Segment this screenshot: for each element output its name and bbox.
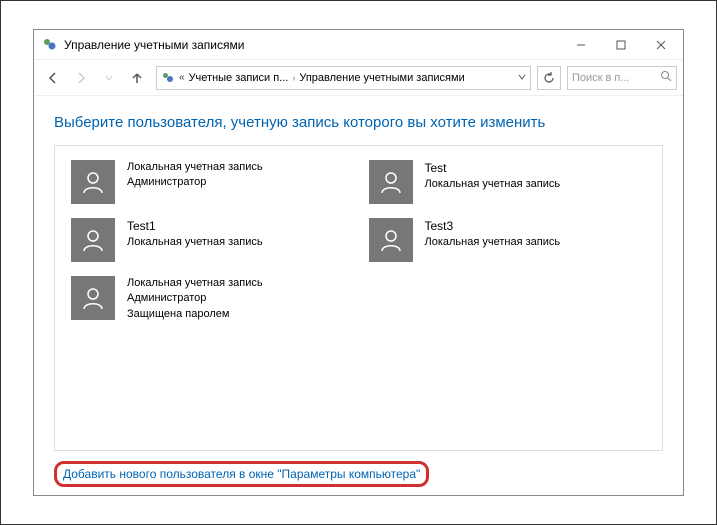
user-name: Test3: [425, 218, 561, 235]
user-info: Test3Локальная учетная запись: [425, 218, 561, 250]
up-button[interactable]: [124, 65, 150, 91]
user-item[interactable]: Test1Локальная учетная запись: [71, 218, 349, 262]
user-detail: Локальная учетная запись: [127, 235, 263, 250]
user-avatar-icon: [71, 218, 115, 262]
user-name: Test1: [127, 218, 263, 235]
forward-button[interactable]: [68, 65, 94, 91]
titlebar: Управление учетными записями: [34, 30, 683, 60]
user-detail: Администратор: [127, 291, 263, 306]
user-detail: Администратор: [127, 175, 263, 190]
recent-dropdown[interactable]: [96, 65, 122, 91]
maximize-button[interactable]: [601, 31, 641, 59]
user-info: TestЛокальная учетная запись: [425, 160, 561, 192]
user-name: Test: [425, 160, 561, 177]
user-item[interactable]: Локальная учетная записьАдминистраторЗащ…: [71, 276, 349, 322]
close-button[interactable]: [641, 31, 681, 59]
address-bar[interactable]: « Учетные записи п... › Управление учетн…: [156, 66, 531, 90]
user-detail: Защищена паролем: [127, 307, 263, 322]
user-info: Test1Локальная учетная запись: [127, 218, 263, 250]
breadcrumb-item[interactable]: Учетные записи п...: [189, 72, 289, 84]
user-info: Локальная учетная записьАдминистраторЗащ…: [127, 276, 263, 322]
user-item[interactable]: TestЛокальная учетная запись: [369, 160, 647, 204]
navbar: « Учетные записи п... › Управление учетн…: [34, 60, 683, 96]
page-heading: Выберите пользователя, учетную запись ко…: [54, 114, 663, 131]
add-user-link[interactable]: Добавить нового пользователя в окне "Пар…: [54, 461, 429, 487]
chevron-right-icon: ›: [292, 73, 295, 83]
refresh-button[interactable]: [537, 66, 561, 90]
search-placeholder: Поиск в п...: [572, 72, 656, 84]
user-info: Локальная учетная записьАдминистратор: [127, 160, 263, 191]
window-title: Управление учетными записями: [64, 38, 561, 52]
users-panel: Локальная учетная записьАдминистраторTes…: [54, 145, 663, 451]
user-detail: Локальная учетная запись: [127, 160, 263, 175]
user-detail: Локальная учетная запись: [425, 235, 561, 250]
user-avatar-icon: [369, 218, 413, 262]
breadcrumb-item[interactable]: Управление учетными записями: [299, 72, 464, 84]
search-input[interactable]: Поиск в п...: [567, 66, 677, 90]
address-dropdown-icon[interactable]: [518, 73, 526, 83]
user-item[interactable]: Test3Локальная учетная запись: [369, 218, 647, 262]
window-frame: Управление учетными записями: [33, 29, 684, 496]
window-controls: [561, 31, 681, 59]
user-avatar-icon: [71, 276, 115, 320]
content-area: Выберите пользователя, учетную запись ко…: [34, 96, 683, 495]
app-icon: [42, 37, 58, 53]
user-item[interactable]: Локальная учетная записьАдминистратор: [71, 160, 349, 204]
location-icon: [161, 71, 175, 85]
search-icon: [660, 70, 672, 85]
user-detail: Локальная учетная запись: [425, 177, 561, 192]
user-detail: Локальная учетная запись: [127, 276, 263, 291]
user-avatar-icon: [71, 160, 115, 204]
user-avatar-icon: [369, 160, 413, 204]
back-button[interactable]: [40, 65, 66, 91]
minimize-button[interactable]: [561, 31, 601, 59]
breadcrumb-prefix: «: [179, 72, 185, 83]
